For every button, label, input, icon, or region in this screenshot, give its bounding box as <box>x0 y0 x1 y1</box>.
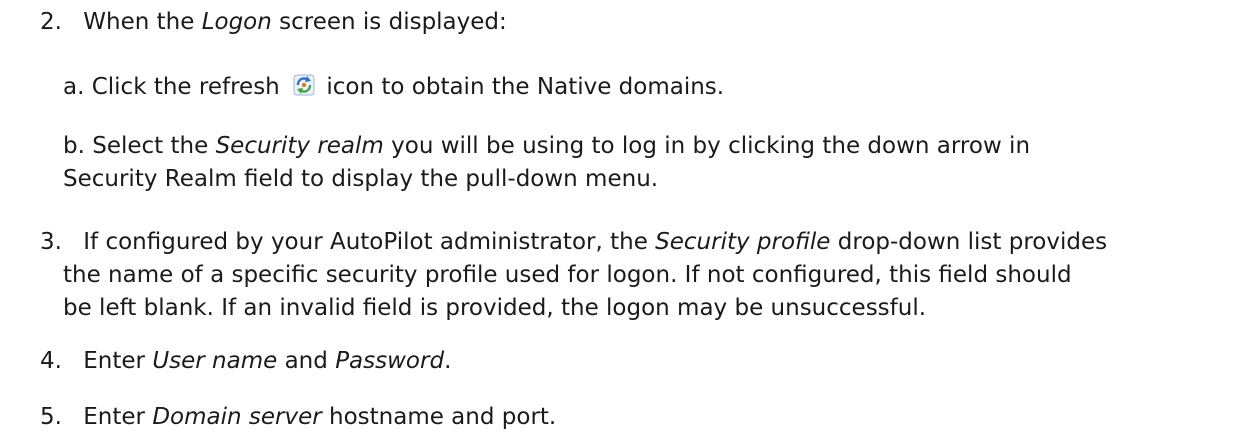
step-text: When the <box>83 9 202 35</box>
step-2: 2. When the Logon screen is displayed: <box>40 7 507 37</box>
substep-b-line1: b. Select the Security realm you will be… <box>63 131 1030 161</box>
step-text: drop-down list provides <box>830 229 1108 255</box>
step-3-line1: 3. If configured by your AutoPilot admin… <box>40 227 1107 257</box>
step-number: 2. <box>40 9 62 35</box>
step-number: 3. <box>40 229 62 255</box>
step-text: If configured by your AutoPilot administ… <box>83 229 656 255</box>
document-page: 2. When the Logon screen is displayed: a… <box>0 0 1247 444</box>
substep-label: a. <box>63 74 85 100</box>
substep-text: you will be using to log in by clicking … <box>383 133 1031 159</box>
step-number: 5. <box>40 404 62 430</box>
step-5: 5. Enter Domain server hostname and port… <box>40 402 556 432</box>
substep-text: Security Realm field to display the pull… <box>63 166 659 192</box>
step-emphasis: Domain server <box>152 404 322 430</box>
step-text: . <box>444 348 452 374</box>
refresh-icon <box>293 74 315 96</box>
step-text: and <box>277 348 336 374</box>
substep-emphasis: Security realm <box>215 133 384 159</box>
substep-a: a. Click the refresh icon to obtain the … <box>63 72 724 102</box>
step-emphasis: User name <box>152 348 278 374</box>
step-3-line2: the name of a specific security profile … <box>63 260 1072 290</box>
step-emphasis: Security profile <box>655 229 831 255</box>
step-emphasis: Logon <box>201 9 272 35</box>
substep-b-line2: Security Realm field to display the pull… <box>63 164 658 194</box>
step-text: Enter <box>83 348 153 374</box>
step-text: the name of a specific security profile … <box>63 262 1072 288</box>
step-text: Enter <box>83 404 153 430</box>
step-text: hostname and port. <box>321 404 557 430</box>
step-emphasis: Password <box>335 348 445 374</box>
substep-text: icon to obtain the Native domains. <box>319 74 725 100</box>
step-text: screen is displayed: <box>271 9 507 35</box>
substep-text: Click the refresh <box>91 74 288 100</box>
step-number: 4. <box>40 348 62 374</box>
step-text: be left blank. If an invalid field is pr… <box>63 295 927 321</box>
substep-label: b. <box>63 133 85 159</box>
substep-text: Select the <box>92 133 216 159</box>
step-4: 4. Enter User name and Password. <box>40 346 451 376</box>
step-3-line3: be left blank. If an invalid field is pr… <box>63 293 926 323</box>
